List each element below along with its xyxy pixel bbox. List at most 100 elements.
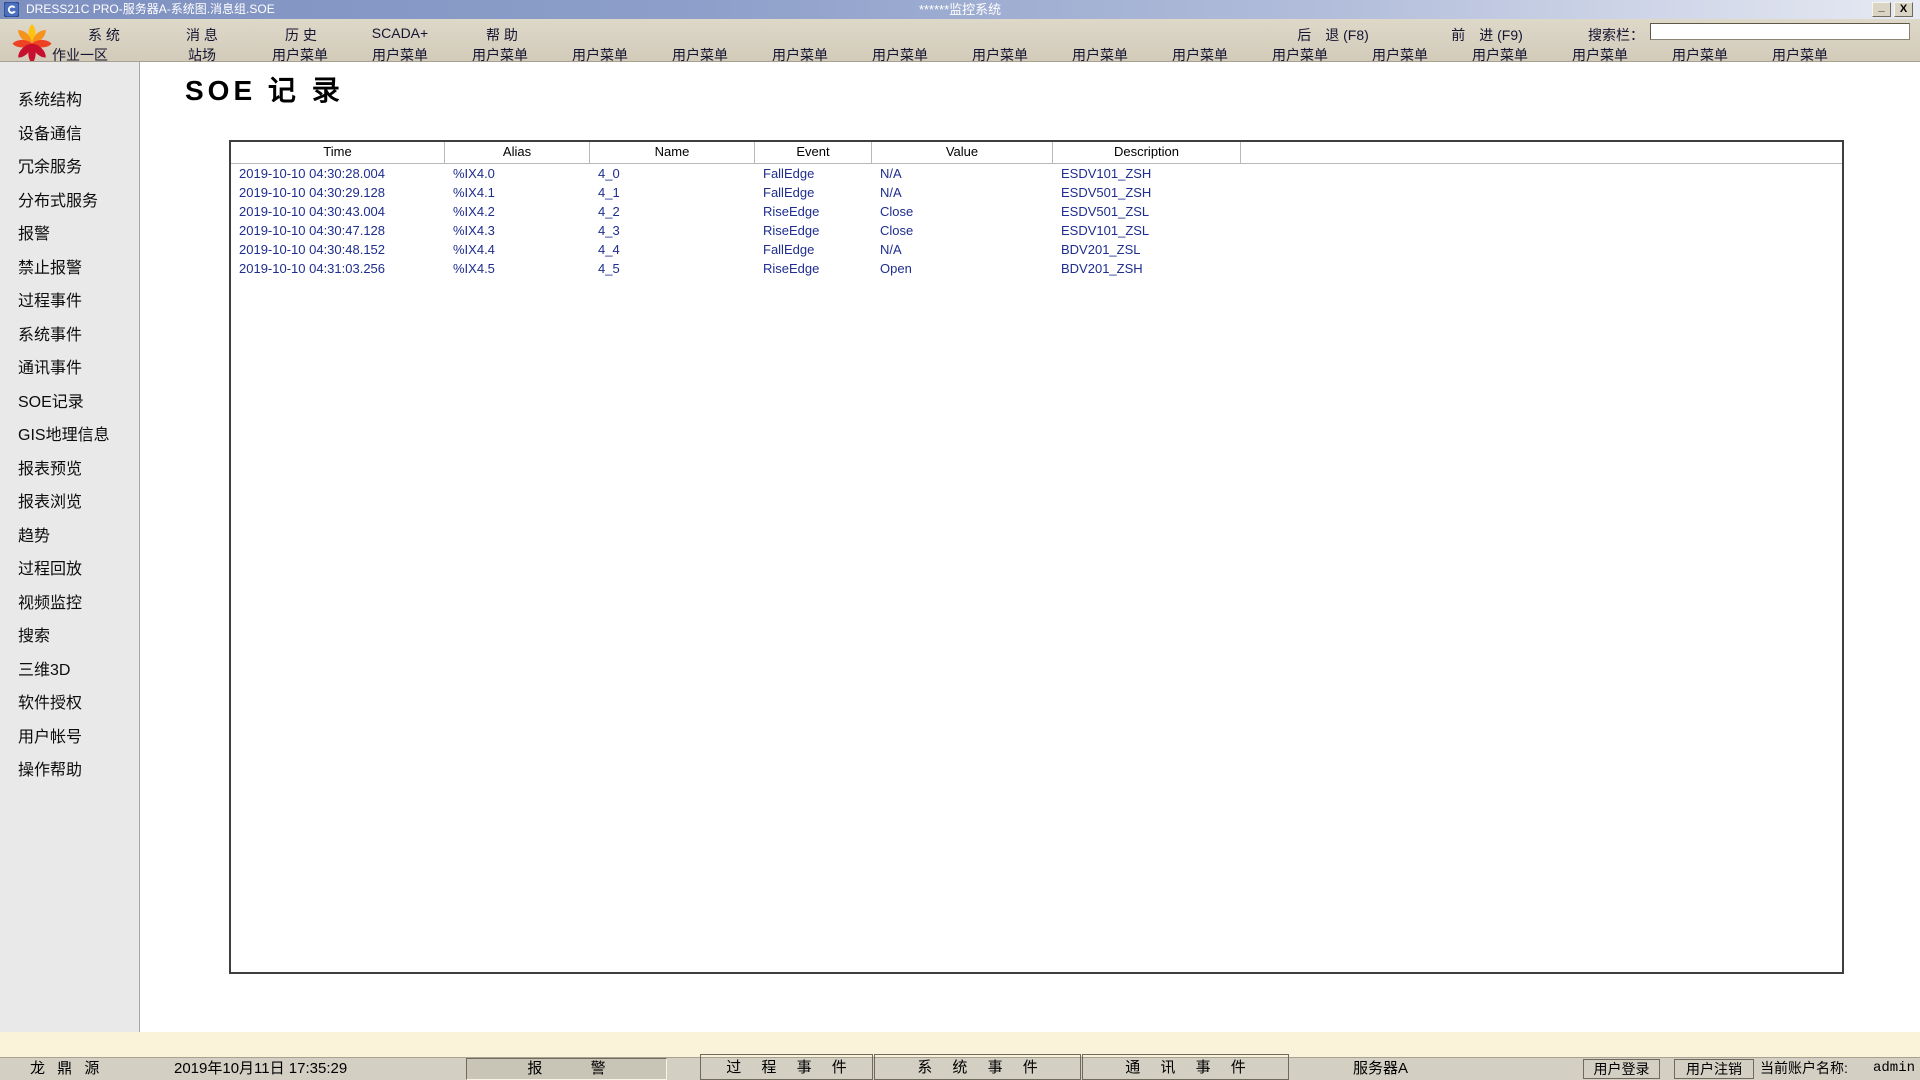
cell-alias: %IX4.1 (445, 183, 590, 202)
system-title: ******监控系统 (0, 0, 1920, 19)
cell-time: 2019-10-10 04:30:43.004 (231, 202, 445, 221)
menu-item-top[interactable]: 帮 助 (452, 25, 552, 45)
menu-item-top[interactable]: 历 史 (251, 25, 351, 45)
account-value: admin (1873, 1058, 1915, 1079)
sidebar-item[interactable]: 操作帮助 (0, 754, 139, 788)
sidebar-item[interactable]: 分布式服务 (0, 185, 139, 219)
table-header-cell: Name (590, 142, 755, 163)
cell-name: 4_5 (590, 259, 755, 278)
table-header-cell: Event (755, 142, 872, 163)
sidebar-item[interactable]: 设备通信 (0, 118, 139, 152)
close-button[interactable]: X (1894, 2, 1913, 17)
sidebar-item[interactable]: 视频监控 (0, 587, 139, 621)
cell-time: 2019-10-10 04:30:29.128 (231, 183, 445, 202)
table-header-cell: Value (872, 142, 1053, 163)
cell-time: 2019-10-10 04:30:28.004 (231, 164, 445, 183)
soe-table: TimeAliasNameEventValueDescription 2019-… (229, 140, 1844, 974)
comm-event-button[interactable]: 通 讯 事 件 (1082, 1054, 1289, 1080)
cell-value: N/A (872, 240, 1053, 259)
menu-item-top[interactable]: SCADA+ (350, 25, 450, 41)
menu-item-top[interactable]: 消 息 (152, 25, 252, 45)
main-content: SOE 记 录 TimeAliasNameEventValueDescripti… (140, 62, 1920, 1032)
sidebar-item[interactable]: 系统结构 (0, 84, 139, 118)
search-label: 搜索栏： (1556, 25, 1644, 45)
server-label: 服务器A (1353, 1058, 1408, 1079)
table-header-cell: Description (1053, 142, 1241, 163)
table-row[interactable]: 2019-10-10 04:30:43.004 %IX4.2 4_2 RiseE… (231, 202, 1842, 221)
account-label: 当前账户名称: (1760, 1058, 1848, 1079)
sidebar-item[interactable]: 报表预览 (0, 453, 139, 487)
sidebar-item[interactable]: 软件授权 (0, 687, 139, 721)
sidebar-item[interactable]: 禁止报警 (0, 252, 139, 286)
datetime-label: 2019年10月11日 17:35:29 (174, 1058, 347, 1079)
sidebar-item[interactable]: 报表浏览 (0, 486, 139, 520)
menu-item-top[interactable]: 系 统 (54, 25, 154, 45)
minimize-button[interactable]: _ (1872, 2, 1891, 17)
sidebar-item[interactable]: 系统事件 (0, 319, 139, 353)
cell-value: N/A (872, 164, 1053, 183)
cell-description: ESDV501_ZSH (1053, 183, 1241, 202)
cell-value: N/A (872, 183, 1053, 202)
window-titlebar: DRESS21C PRO-服务器A-系统图.消息组.SOE ******监控系统… (0, 0, 1920, 19)
cell-alias: %IX4.5 (445, 259, 590, 278)
cell-description: ESDV101_ZSL (1053, 221, 1241, 240)
table-row[interactable]: 2019-10-10 04:30:47.128 %IX4.3 4_3 RiseE… (231, 221, 1842, 240)
cell-alias: %IX4.2 (445, 202, 590, 221)
nav-forward-button[interactable]: 前 进 (F9) (1427, 25, 1547, 45)
cell-time: 2019-10-10 04:31:03.256 (231, 259, 445, 278)
cell-event: FallEdge (755, 240, 872, 259)
cell-name: 4_1 (590, 183, 755, 202)
cell-value: Close (872, 202, 1053, 221)
cell-name: 4_4 (590, 240, 755, 259)
sidebar-item[interactable]: GIS地理信息 (0, 419, 139, 453)
status-bar: 龙 鼎 源 2019年10月11日 17:35:29 报 警 过 程 事 件 系… (0, 1057, 1920, 1080)
system-event-button[interactable]: 系 统 事 件 (874, 1054, 1081, 1080)
cell-time: 2019-10-10 04:30:47.128 (231, 221, 445, 240)
cell-name: 4_3 (590, 221, 755, 240)
sidebar-item[interactable]: 用户帐号 (0, 721, 139, 755)
cell-description: ESDV101_ZSH (1053, 164, 1241, 183)
table-header-row: TimeAliasNameEventValueDescription (231, 142, 1842, 164)
table-header-cell: Time (231, 142, 445, 163)
cell-event: RiseEdge (755, 221, 872, 240)
cell-event: FallEdge (755, 164, 872, 183)
sidebar-item[interactable]: 搜索 (0, 620, 139, 654)
sidebar-item[interactable]: 过程事件 (0, 285, 139, 319)
cell-event: RiseEdge (755, 259, 872, 278)
nav-back-button[interactable]: 后 退 (F8) (1273, 25, 1393, 45)
table-header-cell: Alias (445, 142, 590, 163)
cell-value: Close (872, 221, 1053, 240)
menu-bar: 系 统消 息历 史SCADA+帮 助 后 退 (F8) 前 进 (F9) 搜索栏… (0, 19, 1920, 62)
table-body: 2019-10-10 04:30:28.004 %IX4.0 4_0 FallE… (231, 164, 1842, 278)
cell-event: FallEdge (755, 183, 872, 202)
user-logout-button[interactable]: 用户注销 (1674, 1059, 1754, 1079)
sidebar-item[interactable]: 三维3D (0, 654, 139, 688)
cell-name: 4_0 (590, 164, 755, 183)
cell-alias: %IX4.4 (445, 240, 590, 259)
table-row[interactable]: 2019-10-10 04:31:03.256 %IX4.5 4_5 RiseE… (231, 259, 1842, 278)
sidebar-item[interactable]: 趋势 (0, 520, 139, 554)
cell-name: 4_2 (590, 202, 755, 221)
cell-alias: %IX4.0 (445, 164, 590, 183)
table-row[interactable]: 2019-10-10 04:30:29.128 %IX4.1 4_1 FallE… (231, 183, 1842, 202)
sidebar-item[interactable]: 通讯事件 (0, 352, 139, 386)
sidebar-nav: 系统结构设备通信冗余服务分布式服务报警禁止报警过程事件系统事件通讯事件SOE记录… (0, 62, 140, 1032)
cell-value: Open (872, 259, 1053, 278)
sidebar-item[interactable]: 报警 (0, 218, 139, 252)
sidebar-item[interactable]: SOE记录 (0, 386, 139, 420)
sidebar-item[interactable]: 冗余服务 (0, 151, 139, 185)
cell-description: ESDV501_ZSL (1053, 202, 1241, 221)
alarm-button[interactable]: 报 警 (466, 1058, 667, 1080)
vendor-label: 龙 鼎 源 (30, 1058, 103, 1079)
process-event-button[interactable]: 过 程 事 件 (700, 1054, 873, 1080)
table-row[interactable]: 2019-10-10 04:30:28.004 %IX4.0 4_0 FallE… (231, 164, 1842, 183)
page-title: SOE 记 录 (185, 69, 344, 109)
sidebar-item[interactable]: 过程回放 (0, 553, 139, 587)
cell-description: BDV201_ZSH (1053, 259, 1241, 278)
user-login-button[interactable]: 用户登录 (1583, 1059, 1660, 1079)
cell-time: 2019-10-10 04:30:48.152 (231, 240, 445, 259)
search-input[interactable] (1650, 23, 1910, 40)
sidebar-list: 系统结构设备通信冗余服务分布式服务报警禁止报警过程事件系统事件通讯事件SOE记录… (0, 62, 139, 788)
table-row[interactable]: 2019-10-10 04:30:48.152 %IX4.4 4_4 FallE… (231, 240, 1842, 259)
cell-alias: %IX4.3 (445, 221, 590, 240)
